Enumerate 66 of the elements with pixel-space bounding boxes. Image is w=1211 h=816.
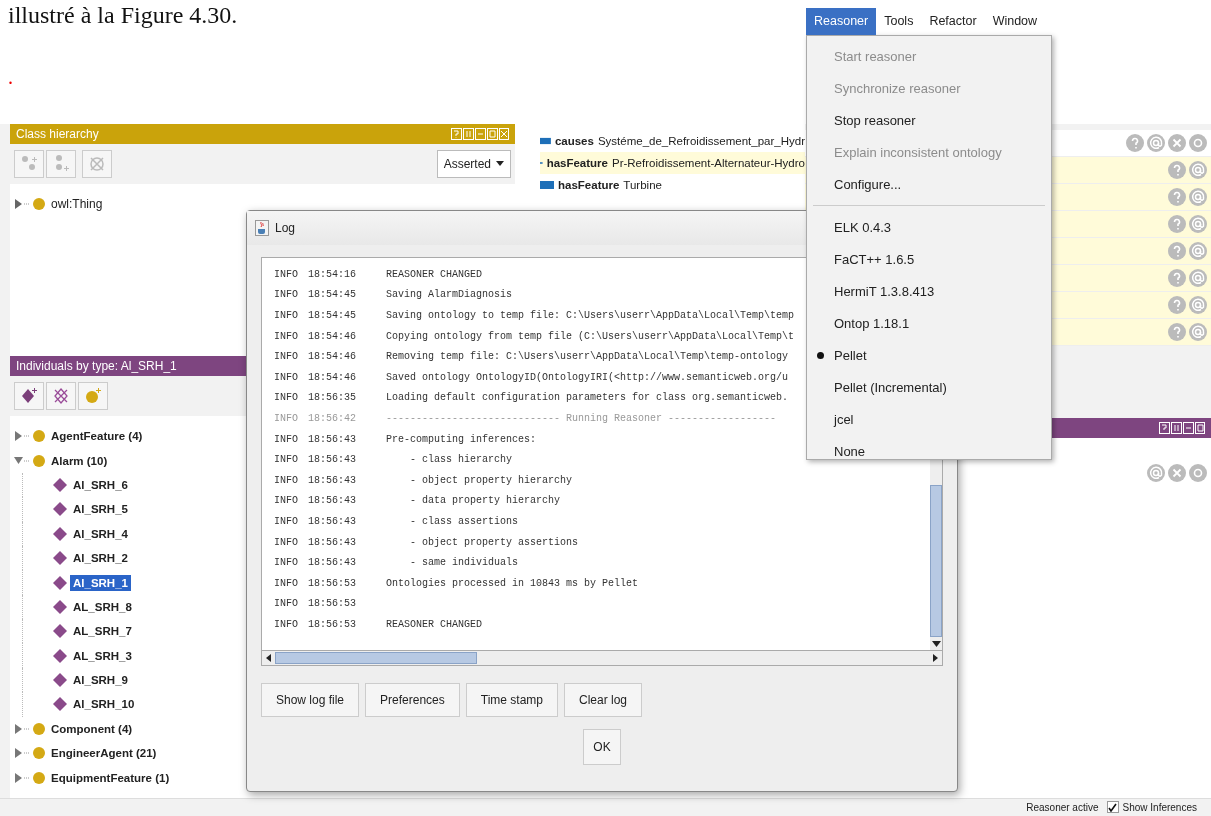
dialog-title: Log [275,221,296,235]
log-level: INFO [274,515,299,527]
log-time: 18:56:53 [308,577,357,589]
marker-dot: . [8,66,13,89]
log-level: INFO [274,310,299,321]
log-message: - class hierarchy [409,454,513,466]
status-text: Reasoner active [1026,801,1099,813]
log-level: INFO [274,289,299,301]
log-level: INFO [274,371,299,383]
log-message: Saving ontology to temp file: C:\Users\userr\AppData\Local\Temp\temp [386,310,795,321]
log-message: ----------------------------- Running Reasoner ------------------ [386,412,777,424]
log-message: - data property hierarchy [409,495,561,507]
log-time: 18:56:43 [308,557,357,569]
log-level: INFO [274,454,299,466]
panel-title: Individuals by type: Al_SRH_1 [16,358,177,373]
log-level: INFO [274,412,299,424]
log-level: INFO [274,536,299,548]
log-time: 18:56:43 [308,454,357,466]
log-message: - object property hierarchy [409,474,573,486]
log-time: 18:54:46 [308,330,357,342]
log-message: REASONER CHANGED [386,618,482,630]
property-name: hasFeature [546,156,608,169]
log-time: 18:54:45 [308,310,357,321]
log-level: INFO [274,598,299,610]
log-time: 18:56:35 [308,392,357,404]
log-message: Saved ontology OntologyID(OntologyIRI(<http://www.semanticweb.org/u [386,371,789,383]
log-time: 18:56:53 [308,598,357,610]
log-level: INFO [274,577,299,589]
property-value: Turbine [623,178,662,191]
log-level: INFO [274,433,299,445]
log-time: 18:56:43 [308,515,357,527]
log-message: Pre-computing inferences: [386,433,537,445]
log-level: INFO [274,268,299,280]
log-message: - object property assertions [409,536,579,548]
log-message: - same individuals [409,557,519,569]
log-time: 18:56:42 [308,412,357,424]
log-time: 18:56:43 [308,474,357,486]
property-value: Pr-Refroidissement-Alternateur-Hydro [612,156,805,169]
log-time: 18:56:43 [308,495,357,507]
log-time: 18:54:16 [308,268,357,280]
log-message: Saving AlarmDiagnosis [386,289,513,301]
log-level: INFO [274,474,299,486]
log-message: REASONER CHANGED [386,268,482,280]
property-value: Systéme_de_Refroidissement_par_Hydr [597,134,805,147]
log-message: Copying ontology from temp file (C:\Users\userr\AppData\Local\Temp\t [386,330,795,342]
log-time: 18:54:45 [308,289,357,301]
log-time: 18:56:43 [308,536,357,548]
log-level: INFO [274,495,299,507]
log-time: 18:56:53 [308,618,357,630]
log-level: INFO [274,351,299,363]
log-time: 18:54:46 [308,351,357,363]
log-message: Loading default configuration parameters for class org.semanticweb. [386,392,789,404]
log-level: INFO [274,557,299,569]
checkbox-label: Show Inferences [1122,801,1197,813]
log-time: 18:56:43 [308,433,357,445]
panel-title: Class hierarchy [16,126,99,141]
log-level: INFO [274,330,299,342]
log-level: INFO [274,618,299,630]
document-text: illustré à la Figure 4.30. [8,1,238,30]
log-time: 18:54:46 [308,371,357,383]
property-name: causes [554,134,594,147]
log-message: - class assertions [409,515,519,527]
property-name: hasFeature [558,178,620,191]
log-message: Ontologies processed in 10843 ms by Pellet [386,577,639,589]
log-message: Removing temp file: C:\Users\userr\AppData\Local\Temp\temp-ontology [386,351,789,363]
log-level: INFO [274,392,299,404]
